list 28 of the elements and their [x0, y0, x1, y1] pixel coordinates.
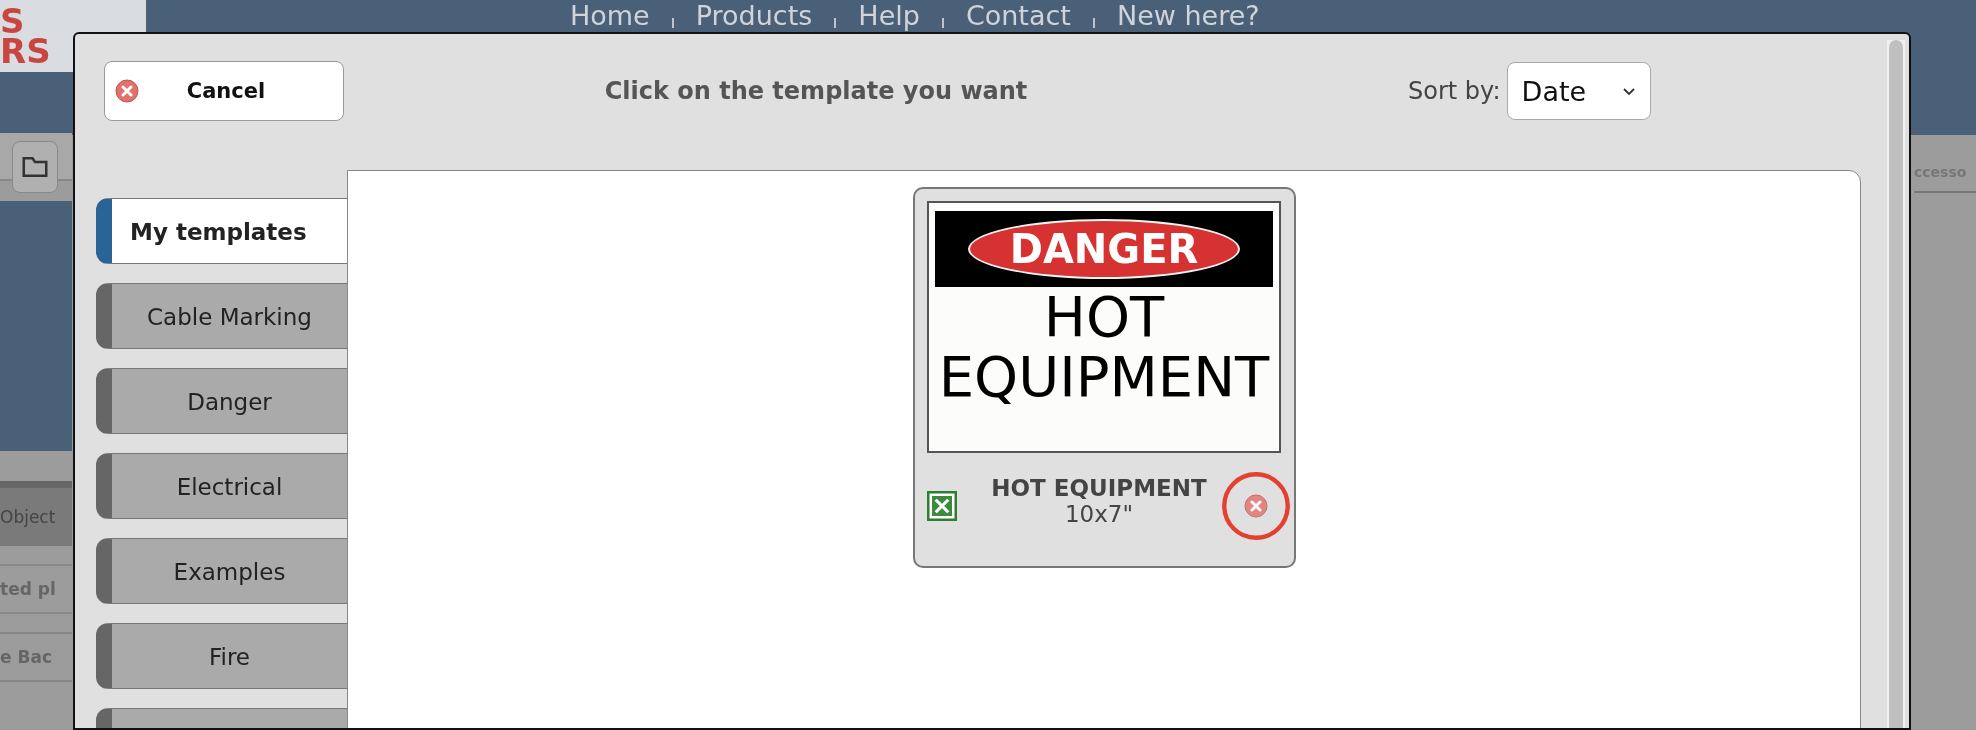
category-tab[interactable]: Examples — [96, 538, 347, 604]
close-icon — [115, 79, 139, 103]
template-name: HOT EQUIPMENT — [991, 475, 1207, 501]
dialog-title: Click on the template you want — [603, 77, 1029, 105]
spreadsheet-icon — [926, 491, 957, 521]
delete-icon[interactable] — [1244, 494, 1269, 518]
category-tab[interactable]: Fire — [96, 623, 347, 689]
nav-link[interactable]: Home — [570, 0, 650, 31]
sign-text: HOT — [1043, 287, 1165, 347]
category-tab[interactable]: My templates — [96, 198, 347, 264]
category-tab[interactable]: Danger — [96, 368, 347, 434]
sort-label: Sort by: — [1408, 77, 1501, 105]
category-tab[interactable]: Cable Marking — [96, 283, 347, 349]
sort-dropdown[interactable]: Date — [1506, 62, 1651, 120]
logo-text: RS — [0, 36, 51, 66]
cancel-button[interactable]: Cancel — [104, 61, 344, 121]
nav-link[interactable]: Products — [695, 0, 813, 31]
danger-label: DANGER — [968, 219, 1240, 279]
folder-button[interactable] — [12, 141, 58, 193]
category-tab[interactable]: Electrical — [96, 453, 347, 519]
template-card[interactable]: DANGER HOT EQUIPMENT HOT EQUIPMENT 10x7" — [912, 187, 1296, 568]
nav-link[interactable]: New here? — [1116, 0, 1260, 31]
sign-text: EQUIPMENT — [938, 347, 1270, 407]
nav-link[interactable]: Contact — [965, 0, 1071, 31]
nav-link[interactable]: Help — [858, 0, 920, 31]
template-size: 10x7" — [1063, 501, 1135, 527]
caret-icon — [1621, 86, 1636, 96]
logo-text: S — [0, 6, 25, 36]
